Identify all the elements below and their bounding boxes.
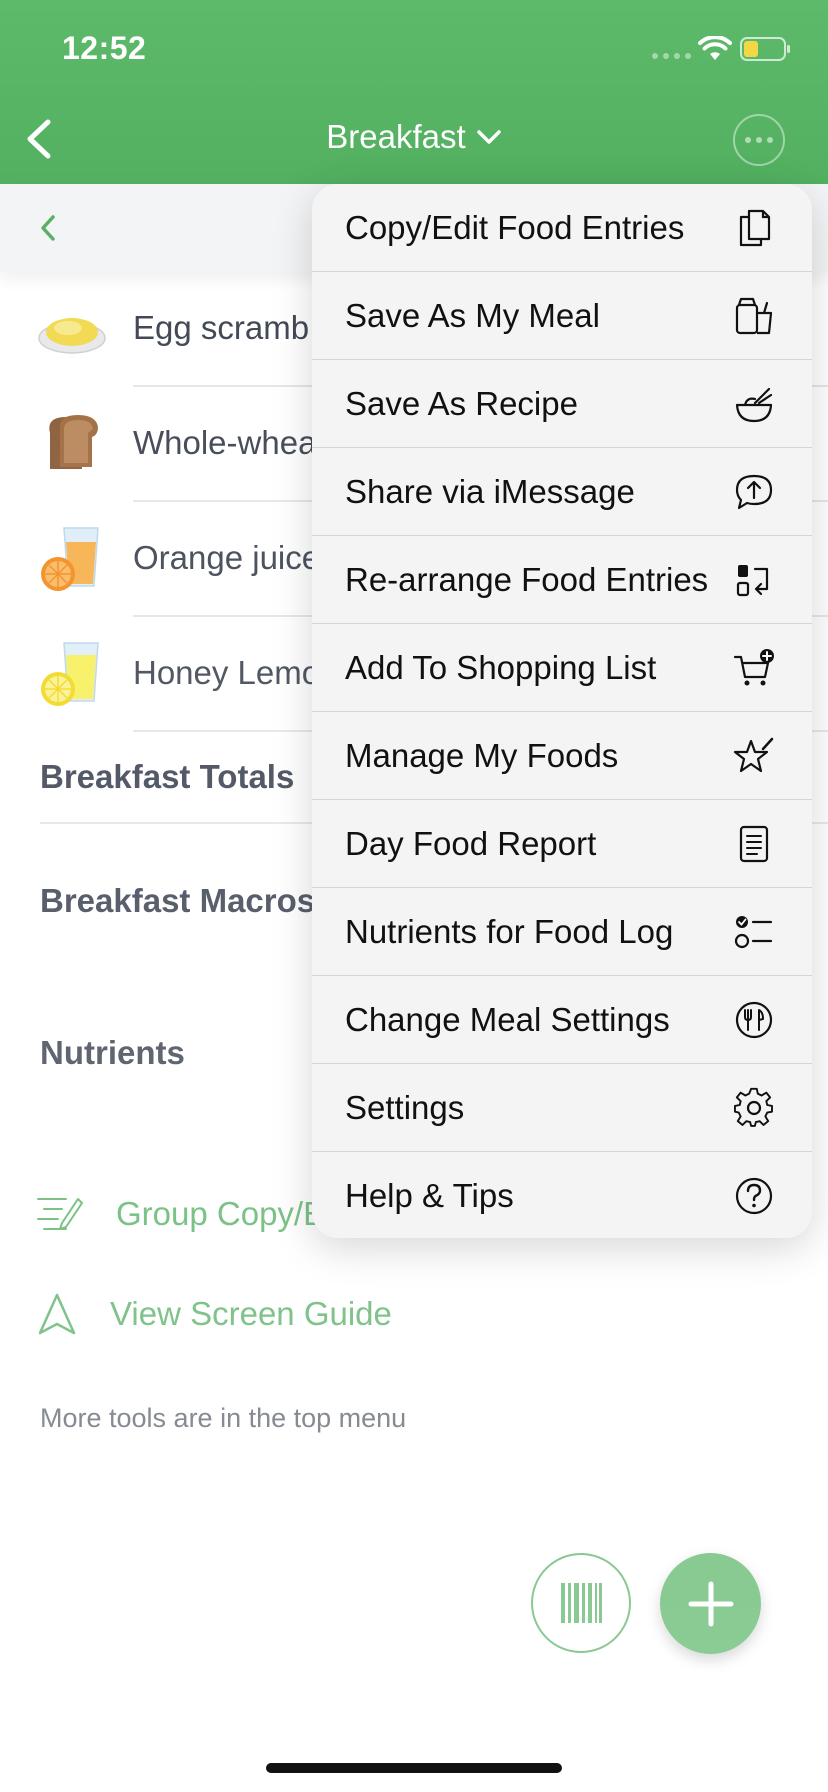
message-share-icon xyxy=(732,470,776,514)
bread-toast-icon xyxy=(49,415,98,469)
report-icon xyxy=(732,822,776,866)
section-title-totals[interactable]: Breakfast Totals xyxy=(40,758,294,796)
food-name: Egg scramb xyxy=(133,309,310,346)
fork-knife-icon xyxy=(732,998,776,1042)
top-menu-dropdown: Copy/Edit Food Entries Save As My Meal S… xyxy=(312,184,812,1238)
star-edit-icon xyxy=(732,734,776,778)
scrambled-egg-icon xyxy=(38,318,106,354)
more-options-button[interactable] xyxy=(733,114,785,166)
meal-selector[interactable]: Breakfast xyxy=(0,118,828,156)
view-screen-guide-link[interactable]: View Screen Guide xyxy=(36,1292,392,1336)
food-name: Whole-whea xyxy=(133,424,317,461)
checklist-icon xyxy=(732,910,776,954)
menu-item-help-tips[interactable]: Help & Tips xyxy=(312,1152,812,1238)
cart-add-icon xyxy=(732,646,776,690)
section-title-nutrients[interactable]: Nutrients xyxy=(40,1034,185,1072)
rearrange-icon xyxy=(732,558,776,602)
status-time: 12:52 xyxy=(62,30,147,66)
edit-list-icon xyxy=(37,1198,83,1230)
menu-item-label: Settings xyxy=(345,1088,465,1126)
question-icon xyxy=(732,1174,776,1218)
battery-icon xyxy=(740,37,790,61)
meal-containers-icon xyxy=(732,294,776,338)
barcode-icon xyxy=(561,1583,602,1623)
page-title[interactable]: Breakfast xyxy=(326,118,465,156)
menu-item-label: Save As My Meal xyxy=(345,296,600,334)
footnote-text: More tools are in the top menu xyxy=(40,1403,407,1433)
food-name: Honey Lemo xyxy=(133,654,321,691)
menu-item-save-as-recipe[interactable]: Save As Recipe xyxy=(312,360,812,448)
menu-item-share-via-imessage[interactable]: Share via iMessage xyxy=(312,448,812,536)
menu-item-add-to-shopping-list[interactable]: Add To Shopping List xyxy=(312,624,812,712)
menu-item-label: Help & Tips xyxy=(345,1177,514,1214)
gear-icon xyxy=(732,1086,776,1130)
chevron-left-icon[interactable] xyxy=(36,212,60,244)
menu-item-save-as-my-meal[interactable]: Save As My Meal xyxy=(312,272,812,360)
menu-item-label: Save As Recipe xyxy=(345,384,578,422)
chevron-down-icon[interactable] xyxy=(476,128,502,146)
menu-item-nutrients-for-food-log[interactable]: Nutrients for Food Log xyxy=(312,888,812,976)
home-indicator[interactable] xyxy=(266,1763,562,1773)
menu-item-manage-my-foods[interactable]: Manage My Foods xyxy=(312,712,812,800)
mixing-bowl-icon xyxy=(732,382,776,426)
add-food-button[interactable] xyxy=(660,1553,761,1654)
menu-item-label: Day Food Report xyxy=(345,824,597,862)
menu-item-label: Manage My Foods xyxy=(345,736,619,774)
menu-item-label: Share via iMessage xyxy=(345,472,635,510)
group-copy-label[interactable]: Group Copy/E xyxy=(116,1195,325,1233)
navigation-arrow-icon xyxy=(38,1293,76,1335)
wifi-icon xyxy=(698,36,732,60)
menu-item-copy-edit-food-entries[interactable]: Copy/Edit Food Entries xyxy=(312,184,812,272)
section-title-macros[interactable]: Breakfast Macros xyxy=(40,882,315,920)
menu-item-day-food-report[interactable]: Day Food Report xyxy=(312,800,812,888)
group-copy-link[interactable]: Group Copy/E xyxy=(36,1193,325,1235)
nav-header: 12:52 Breakfast xyxy=(0,0,828,184)
menu-item-label: Re-arrange Food Entries xyxy=(345,560,709,598)
menu-item-label: Copy/Edit Food Entries xyxy=(345,208,685,246)
menu-item-settings[interactable]: Settings xyxy=(312,1064,812,1152)
food-name: Orange juice xyxy=(133,539,321,576)
menu-item-label: Nutrients for Food Log xyxy=(345,912,674,950)
lemon-drink-icon xyxy=(41,642,99,706)
menu-item-label: Add To Shopping List xyxy=(345,648,657,686)
menu-item-change-meal-settings[interactable]: Change Meal Settings xyxy=(312,976,812,1064)
copy-documents-icon xyxy=(732,206,776,250)
menu-item-rearrange-food-entries[interactable]: Re-arrange Food Entries xyxy=(312,536,812,624)
cellular-signal-icon xyxy=(652,53,691,59)
plus-icon xyxy=(688,1581,733,1626)
barcode-scan-button[interactable] xyxy=(531,1553,631,1653)
menu-item-label: Change Meal Settings xyxy=(345,1000,670,1038)
view-screen-guide-label[interactable]: View Screen Guide xyxy=(110,1295,392,1333)
orange-juice-icon xyxy=(41,527,99,591)
